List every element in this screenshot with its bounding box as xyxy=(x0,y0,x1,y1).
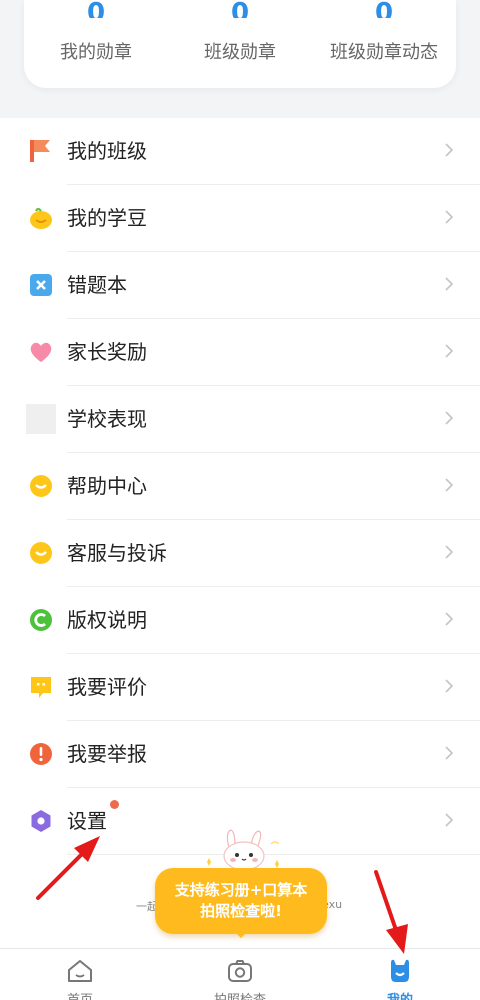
placeholder-icon xyxy=(26,404,56,434)
menu-item-label: 客服与投诉 xyxy=(67,541,167,565)
notification-dot xyxy=(110,800,119,809)
menu-item-label: 帮助中心 xyxy=(67,474,147,498)
promo-tail xyxy=(233,930,249,938)
menu-item-label: 版权说明 xyxy=(67,608,147,632)
menu-item-label: 我的学豆 xyxy=(67,206,147,230)
mistake-book-icon xyxy=(30,274,52,296)
promo-line-2: 拍照检查啦! xyxy=(200,902,282,920)
help-icon xyxy=(30,475,52,497)
class-badges[interactable]: 0 班级勋章 xyxy=(168,0,312,88)
chevron-right-icon xyxy=(445,411,454,425)
tab-home[interactable]: 首页 xyxy=(0,949,160,1000)
badge-card: 0 我的勋章 0 班级勋章 0 班级勋章动态 xyxy=(24,0,456,88)
bean-icon xyxy=(30,207,52,229)
class-badge-feed[interactable]: 0 班级勋章动态 xyxy=(312,0,456,88)
menu-item-label: 家长奖励 xyxy=(67,340,147,364)
menu-item-school-performance[interactable]: 学校表现 xyxy=(0,386,480,453)
promo-line-1: 支持练习册+口算本 xyxy=(174,881,308,899)
chevron-right-icon xyxy=(445,679,454,693)
promo-bubble[interactable]: 支持练习册+口算本 拍照检查啦! xyxy=(155,868,327,934)
menu-item-label: 我的班级 xyxy=(67,139,147,163)
menu-item-report[interactable]: 我要举报 xyxy=(0,721,480,788)
class-badges-count: 0 xyxy=(230,0,250,18)
menu-item-my-beans[interactable]: 我的学豆 xyxy=(0,185,480,252)
chevron-right-icon xyxy=(445,210,454,224)
chevron-right-icon xyxy=(445,813,454,827)
menu-item-service-complaint[interactable]: 客服与投诉 xyxy=(0,520,480,587)
review-icon xyxy=(31,677,51,698)
chevron-right-icon xyxy=(445,545,454,559)
menu-item-review[interactable]: 我要评价 xyxy=(0,654,480,721)
chevron-right-icon xyxy=(445,612,454,626)
camera-icon xyxy=(228,960,252,982)
class-badges-label: 班级勋章 xyxy=(204,42,276,63)
flag-icon xyxy=(30,140,50,162)
my-badges-count: 0 xyxy=(86,0,106,18)
annotation-arrow-me-tab-icon xyxy=(374,870,408,954)
chevron-right-icon xyxy=(445,277,454,291)
chevron-right-icon xyxy=(445,344,454,358)
class-badge-feed-label: 班级勋章动态 xyxy=(330,42,438,63)
menu-item-label: 我要举报 xyxy=(67,742,147,766)
menu-list: 我的班级 我的学豆 错题本 家长奖励 学校表现 帮助中心 客服与投诉 版权说明 … xyxy=(0,118,480,948)
tab-photo-check-label: 拍照检查 xyxy=(160,989,320,1000)
chevron-right-icon xyxy=(445,746,454,760)
tab-home-label: 首页 xyxy=(0,989,160,1000)
copyright-icon xyxy=(30,609,52,631)
menu-item-copyright[interactable]: 版权说明 xyxy=(0,587,480,654)
menu-item-label: 错题本 xyxy=(67,273,127,297)
menu-item-label: 学校表现 xyxy=(67,407,147,431)
report-icon xyxy=(30,743,52,765)
tab-me-label: 我的 xyxy=(320,989,480,1000)
home-icon xyxy=(68,960,92,982)
menu-item-my-class[interactable]: 我的班级 xyxy=(0,118,480,185)
my-badges-label: 我的勋章 xyxy=(60,42,132,63)
chevron-right-icon xyxy=(445,478,454,492)
menu-item-mistake-book[interactable]: 错题本 xyxy=(0,252,480,319)
class-badge-feed-count: 0 xyxy=(374,0,394,18)
menu-item-label: 我要评价 xyxy=(67,675,147,699)
heart-icon xyxy=(30,342,52,362)
service-icon xyxy=(30,542,52,564)
menu-item-help-center[interactable]: 帮助中心 xyxy=(0,453,480,520)
chevron-right-icon xyxy=(445,143,454,157)
annotation-arrow-settings-icon xyxy=(36,836,100,900)
my-badges[interactable]: 0 我的勋章 xyxy=(24,0,168,88)
tab-photo-check[interactable]: 拍照检查 xyxy=(160,949,320,1000)
profile-icon xyxy=(391,959,409,982)
menu-item-parent-reward[interactable]: 家长奖励 xyxy=(0,319,480,386)
